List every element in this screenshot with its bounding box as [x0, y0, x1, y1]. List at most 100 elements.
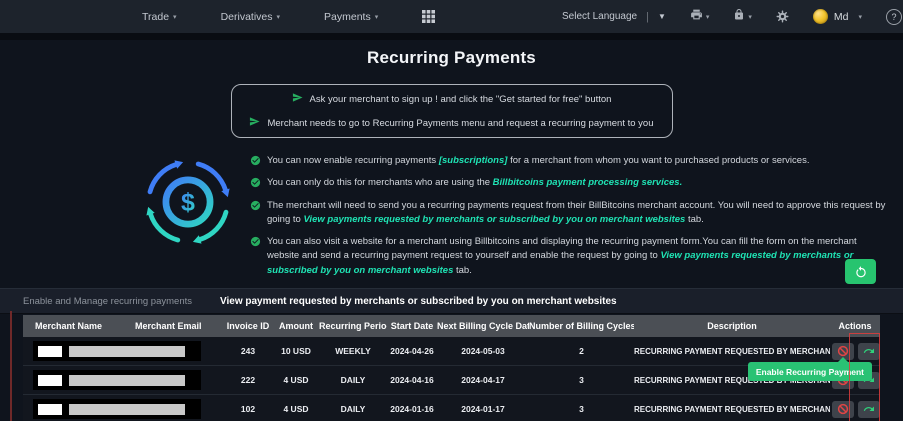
- user-menu[interactable]: Md ▾: [812, 9, 862, 24]
- refresh-button[interactable]: [845, 259, 876, 284]
- table-header-row: Merchant Name Merchant Email Invoice ID …: [23, 315, 880, 337]
- apps-grid-icon[interactable]: [422, 10, 436, 23]
- cell-recurring-period: WEEKLY: [319, 337, 387, 366]
- tab-view-requested[interactable]: View payment requested by merchants or s…: [220, 296, 617, 307]
- view-payments-link[interactable]: View payments requested by merchants or …: [303, 214, 685, 225]
- recurring-dollar-icon: $: [140, 154, 236, 250]
- main-menu: Trade ▾ Derivatives ▾ Payments ▾: [142, 10, 436, 23]
- enable-arrow-icon: [863, 406, 874, 411]
- bullet-text: for a merchant from whom you want to pur…: [507, 155, 810, 166]
- page-title: Recurring Payments: [367, 48, 536, 67]
- col-merchant-email: Merchant Email: [123, 315, 223, 337]
- cell-start-date: 2024-04-16: [387, 365, 437, 395]
- block-icon: [837, 403, 849, 415]
- col-actions: Actions: [830, 315, 880, 337]
- app-window: Trade ▾ Derivatives ▾ Payments ▾ Select …: [0, 0, 903, 421]
- check-circle-icon: [250, 236, 261, 247]
- enable-payment-button[interactable]: [858, 342, 880, 360]
- cell-next-billing-date: 2024-04-17: [437, 365, 529, 395]
- help-icon[interactable]: ?: [886, 8, 902, 25]
- nav-item-derivatives[interactable]: Derivatives ▾: [221, 11, 280, 23]
- language-selector[interactable]: Select Language | ▼: [562, 11, 666, 23]
- info-bullet: The merchant will need to send you a rec…: [250, 199, 891, 228]
- table-row: 102 4 USD DAILY 2024-01-16 2024-01-17 3 …: [23, 394, 880, 421]
- chevron-down-icon: ▾: [748, 13, 752, 21]
- annotation-red-line: [10, 311, 12, 421]
- col-merchant-name: Merchant Name: [23, 315, 123, 337]
- bullet-text: tab.: [453, 264, 472, 276]
- lock-menu[interactable]: ▾: [733, 8, 752, 26]
- redacted-merchant-info: [33, 370, 201, 390]
- divider: |: [646, 10, 649, 23]
- cell-amount: 10 USD: [273, 337, 319, 366]
- subscriptions-link[interactable]: [subscriptions]: [439, 155, 508, 166]
- chevron-down-icon: ▾: [173, 13, 177, 21]
- bullet-text: tab.: [685, 213, 704, 225]
- cell-next-billing-date: 2024-05-03: [437, 337, 529, 366]
- cell-start-date: 2024-04-26: [387, 337, 437, 366]
- chevron-down-icon: ▾: [276, 13, 281, 21]
- cell-amount: 4 USD: [273, 394, 319, 421]
- intro-box: Ask your merchant to sign up ! and click…: [230, 84, 673, 138]
- navbar-right: Select Language | ▼ ▾ ▾ Md ▾ ?: [562, 8, 902, 26]
- check-circle-icon: [250, 178, 261, 188]
- avatar: [812, 9, 828, 24]
- info-bullet: You can now enable recurring payments [s…: [250, 154, 891, 168]
- printer-menu[interactable]: ▾: [690, 8, 710, 26]
- check-circle-icon: [250, 155, 261, 166]
- cell-merchant: [23, 337, 223, 366]
- intro-line: Ask your merchant to sign up ! and click…: [232, 92, 672, 106]
- redacted-merchant-info: [33, 341, 201, 361]
- cell-invoice-id: 243: [223, 337, 273, 366]
- intro-text: Merchant needs to go to Recurring Paymen…: [267, 117, 654, 129]
- cell-start-date: 2024-01-16: [387, 394, 437, 421]
- nav-item-label: Derivatives: [220, 10, 273, 23]
- bullet-text: You can only do this for merchants who a…: [267, 177, 493, 189]
- svg-text:$: $: [181, 189, 195, 217]
- cell-invoice-id: 222: [223, 365, 273, 395]
- chevron-down-icon: ▼: [657, 12, 666, 21]
- cell-amount: 4 USD: [273, 365, 319, 395]
- navbar-shadow: [0, 33, 903, 40]
- cell-billing-cycles: 3: [529, 365, 634, 395]
- nav-item-label: Payments: [324, 10, 371, 23]
- col-recurring-period: Recurring Period: [319, 315, 387, 337]
- chevron-down-icon: ▾: [858, 13, 862, 21]
- col-next-billing-date: Next Billing Cycle Date: [437, 315, 529, 337]
- enable-recurring-tooltip: Enable Recurring Payment: [747, 357, 872, 381]
- tab-enable-manage[interactable]: Enable and Manage recurring payments: [23, 296, 192, 307]
- cell-description: RECURRING PAYMENT REQUESTED BY MERCHANT: [634, 394, 830, 421]
- enable-payment-button[interactable]: [858, 400, 880, 418]
- cell-billing-cycles: 3: [529, 394, 634, 421]
- send-plane-icon: [292, 92, 303, 106]
- info-bullets: You can now enable recurring payments [s…: [250, 154, 891, 278]
- enable-arrow-icon: [863, 348, 874, 353]
- chevron-down-icon: ▾: [374, 13, 379, 21]
- redacted-merchant-info: [33, 399, 201, 419]
- col-start-date: Start Date: [387, 315, 437, 337]
- col-description: Description: [634, 315, 830, 337]
- cell-billing-cycles: 2: [529, 337, 634, 366]
- intro-line: Merchant needs to go to Recurring Paymen…: [232, 116, 672, 130]
- top-navbar: Trade ▾ Derivatives ▾ Payments ▾ Select …: [0, 0, 903, 33]
- col-invoice-id: Invoice ID: [223, 315, 273, 337]
- payment-processing-link[interactable]: Billbitcoins payment processing services…: [493, 177, 683, 188]
- help-glyph: ?: [891, 11, 897, 22]
- language-label: Select Language: [562, 11, 638, 22]
- nav-item-trade[interactable]: Trade ▾: [142, 11, 177, 23]
- info-bullet: You can only do this for merchants who a…: [250, 176, 891, 190]
- block-payment-button[interactable]: [832, 400, 854, 418]
- cell-next-billing-date: 2024-01-17: [437, 394, 529, 421]
- cell-recurring-period: DAILY: [319, 394, 387, 421]
- tooltip-label: Enable Recurring Payment: [755, 366, 864, 377]
- chevron-down-icon: ▾: [705, 13, 710, 21]
- col-amount: Amount: [273, 315, 319, 337]
- settings-gear-icon[interactable]: [776, 10, 789, 23]
- intro-text: Ask your merchant to sign up ! and click…: [309, 93, 612, 105]
- cell-recurring-period: DAILY: [319, 365, 387, 395]
- refresh-icon: [855, 265, 866, 277]
- cell-invoice-id: 102: [223, 394, 273, 421]
- cell-actions: [830, 394, 880, 421]
- nav-item-payments[interactable]: Payments ▾: [324, 11, 378, 23]
- cell-merchant: [23, 365, 223, 395]
